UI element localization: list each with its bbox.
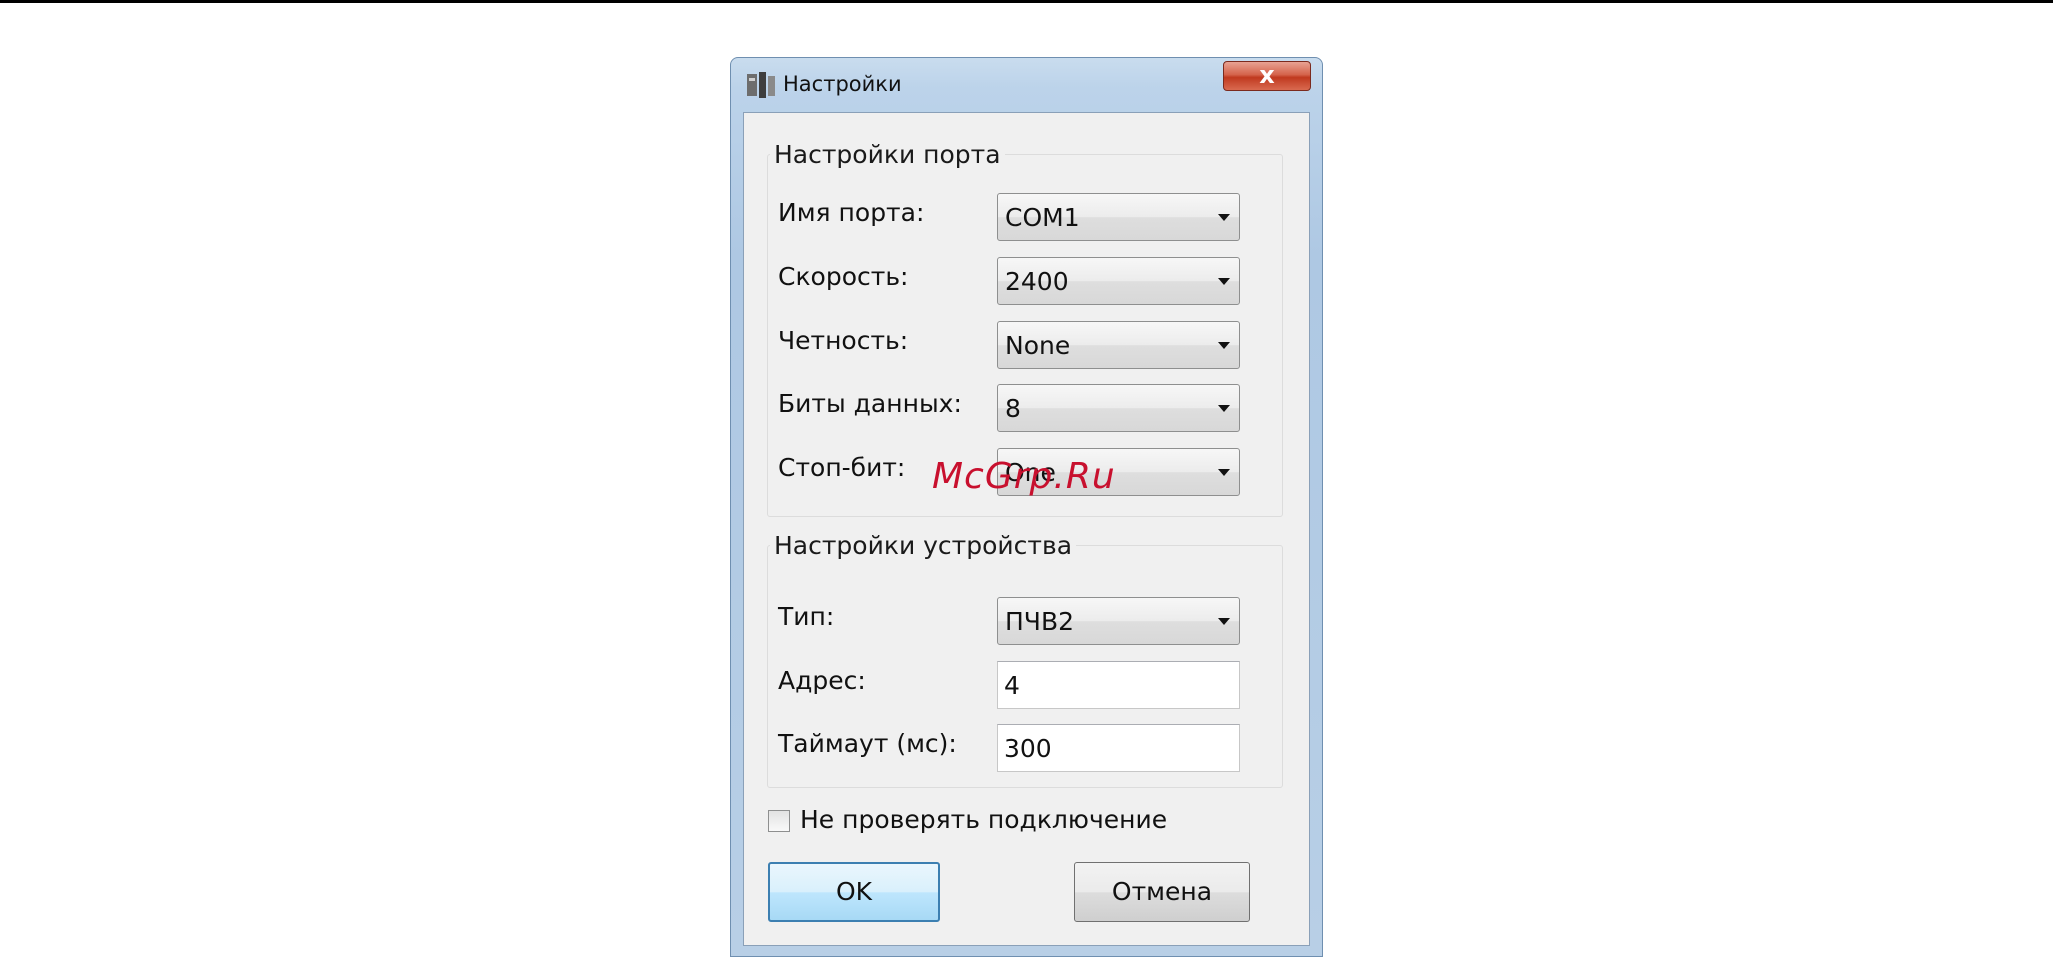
- timeout-label: Таймаут (мс):: [778, 729, 957, 758]
- ok-button[interactable]: OK: [768, 862, 940, 922]
- skip-check-label[interactable]: Не проверять подключение: [800, 805, 1167, 834]
- chevron-down-icon: [1218, 469, 1230, 476]
- timeout-value: 300: [1004, 734, 1052, 763]
- chevron-down-icon: [1218, 405, 1230, 412]
- type-label: Тип:: [778, 602, 835, 631]
- chevron-down-icon: [1218, 342, 1230, 349]
- parity-value: None: [1005, 331, 1071, 360]
- dialog-body: Настройки порта Имя порта: COM1 Скорость…: [743, 112, 1310, 946]
- chevron-down-icon: [1218, 278, 1230, 285]
- timeout-input[interactable]: 300: [997, 724, 1240, 772]
- parity-label: Четность:: [778, 326, 909, 355]
- chevron-down-icon: [1218, 618, 1230, 625]
- parity-combo[interactable]: None: [997, 321, 1240, 369]
- port-name-label: Имя порта:: [778, 198, 925, 227]
- close-icon: x: [1259, 61, 1275, 89]
- port-name-combo[interactable]: COM1: [997, 193, 1240, 241]
- port-settings-title: Настройки порта: [770, 140, 1005, 169]
- speed-label: Скорость:: [778, 262, 909, 291]
- device-settings-title: Настройки устройства: [770, 531, 1077, 560]
- top-rule: [0, 0, 2053, 3]
- chevron-down-icon: [1218, 214, 1230, 221]
- port-name-value: COM1: [1005, 203, 1080, 232]
- settings-dialog: Настройки x Настройки порта Имя порта: C…: [730, 57, 1323, 957]
- type-combo[interactable]: ПЧВ2: [997, 597, 1240, 645]
- address-input[interactable]: 4: [997, 661, 1240, 709]
- speed-combo[interactable]: 2400: [997, 257, 1240, 305]
- cancel-button[interactable]: Отмена: [1074, 862, 1250, 922]
- title-bar[interactable]: Настройки x: [731, 58, 1322, 112]
- stop-bits-label: Стоп-бит:: [778, 453, 906, 482]
- app-icon: [747, 72, 775, 98]
- data-bits-value: 8: [1005, 394, 1021, 423]
- watermark: McGrp.Ru: [932, 456, 1116, 497]
- speed-value: 2400: [1005, 267, 1069, 296]
- skip-check-checkbox[interactable]: [768, 810, 790, 832]
- close-button[interactable]: x: [1223, 61, 1311, 91]
- address-value: 4: [1004, 671, 1020, 700]
- window-title: Настройки: [783, 72, 902, 96]
- data-bits-label: Биты данных:: [778, 389, 962, 418]
- type-value: ПЧВ2: [1005, 607, 1074, 636]
- address-label: Адрес:: [778, 666, 866, 695]
- data-bits-combo[interactable]: 8: [997, 384, 1240, 432]
